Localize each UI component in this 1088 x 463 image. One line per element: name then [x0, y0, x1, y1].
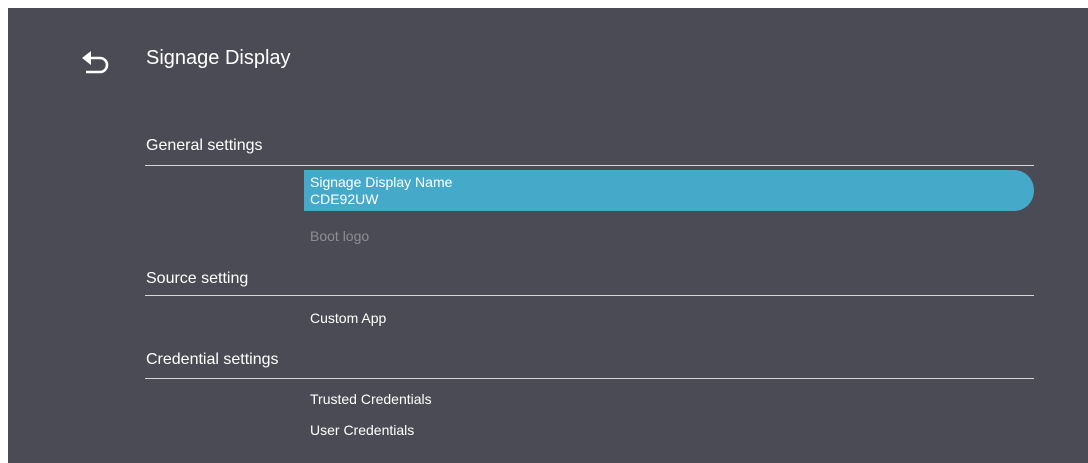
setting-item-value: CDE92UW: [310, 191, 379, 207]
section-divider: [145, 378, 1034, 379]
section-divider: [145, 295, 1034, 296]
back-arrow-icon: [82, 51, 109, 74]
setting-item-label: Signage Display Name: [310, 174, 453, 190]
page-title: Signage Display: [146, 47, 291, 69]
section-header-general: General settings: [146, 137, 263, 154]
setting-item-trusted-credentials[interactable]: Trusted Credentials: [310, 391, 432, 408]
section-header-source: Source setting: [146, 270, 249, 287]
section-divider: [145, 165, 1034, 166]
setting-item-user-credentials[interactable]: User Credentials: [310, 422, 414, 439]
setting-item-signage-display-name[interactable]: Signage Display Name CDE92UW: [304, 170, 1034, 211]
back-button[interactable]: [80, 48, 114, 80]
setting-item-boot-logo: Boot logo: [310, 228, 370, 244]
setting-item-custom-app[interactable]: Custom App: [310, 310, 386, 327]
section-header-credential: Credential settings: [146, 351, 279, 368]
settings-screen: Signage Display General settings Signage…: [8, 8, 1088, 463]
